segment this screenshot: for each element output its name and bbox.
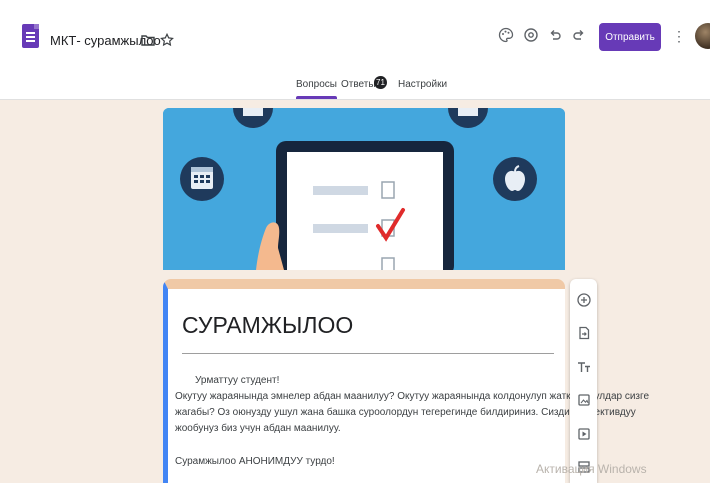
import-questions-icon[interactable] bbox=[575, 324, 592, 341]
add-image-icon[interactable] bbox=[575, 391, 592, 408]
question-toolbar bbox=[570, 279, 597, 483]
form-description-line[interactable]: Сурамжылоо АНОНИМДУУ турдо! bbox=[175, 456, 335, 467]
tab-questions[interactable]: Вопросы bbox=[296, 79, 337, 99]
windows-activation-watermark: Активация Windows bbox=[536, 462, 647, 476]
star-icon[interactable] bbox=[158, 31, 176, 49]
google-forms-logo-icon[interactable] bbox=[22, 24, 39, 48]
add-title-icon[interactable] bbox=[575, 358, 592, 375]
form-header-image bbox=[163, 108, 565, 270]
tablet-illustration bbox=[276, 141, 454, 270]
calendar-icon bbox=[180, 157, 224, 201]
tab-settings[interactable]: Настройки bbox=[398, 79, 447, 90]
add-question-icon[interactable] bbox=[575, 291, 592, 308]
preview-icon[interactable] bbox=[522, 26, 540, 44]
redo-icon[interactable] bbox=[570, 26, 588, 44]
add-video-icon[interactable] bbox=[575, 425, 592, 442]
send-button[interactable]: Отправить bbox=[599, 23, 661, 51]
palette-icon[interactable] bbox=[497, 26, 515, 44]
form-description-line[interactable]: жообунуз биз учун абдан маанилуу. bbox=[175, 423, 341, 434]
apple-icon bbox=[493, 157, 537, 201]
form-title-card[interactable]: СУРАМЖЫЛОО Урматтуу студент! Окутуу жара… bbox=[163, 279, 649, 483]
form-description-line[interactable]: жагабы? Оз оюнузду ушул жана башка суроо… bbox=[175, 407, 636, 418]
folder-icon[interactable] bbox=[139, 31, 157, 49]
form-description-line[interactable]: Урматтуу студент! bbox=[195, 375, 279, 386]
form-title[interactable]: СУРАМЖЫЛОО bbox=[182, 312, 353, 339]
undo-icon[interactable] bbox=[546, 26, 564, 44]
top-app-bar: МКТ- сурамжылоо Отправить ⋮ bbox=[0, 10, 710, 68]
avatar[interactable] bbox=[695, 23, 710, 49]
more-options-icon[interactable]: ⋮ bbox=[672, 28, 686, 45]
tab-bar: Вопросы Ответы Настройки bbox=[0, 68, 710, 100]
title-divider bbox=[182, 353, 554, 354]
tab-responses[interactable]: Ответы bbox=[341, 79, 376, 90]
responses-count-badge: 71 bbox=[374, 76, 387, 89]
